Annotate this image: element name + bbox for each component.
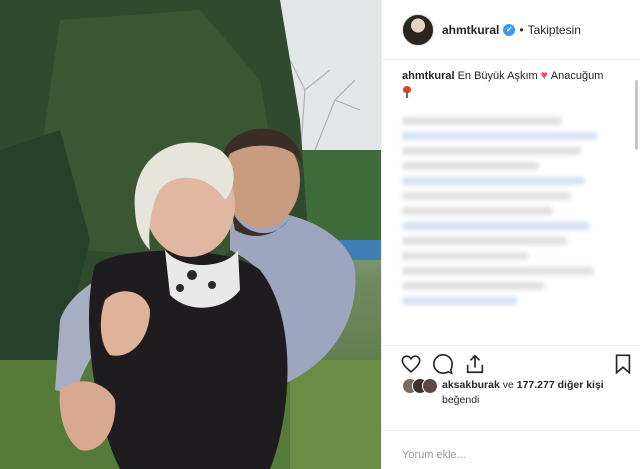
header-separator: • (519, 22, 524, 37)
liker-username[interactable]: aksakburak (442, 379, 500, 391)
add-comment-box (382, 430, 640, 469)
likes-text: aksakburak ve 177.277 diğer kişi beğendi (442, 378, 604, 408)
verified-badge-icon: ✓ (503, 23, 516, 36)
post-header: ahmtkural ✓ • Takiptesin (382, 0, 640, 60)
post-photo-illustration (0, 0, 381, 469)
post-photo[interactable] (0, 0, 381, 469)
comments-area[interactable]: ahmtkural En Büyük Aşkım ♥ Anacuğum (382, 60, 640, 345)
comments-scrollbar[interactable] (635, 80, 638, 150)
liker-avatars[interactable] (402, 378, 438, 394)
comment-input[interactable] (402, 449, 622, 461)
action-bar (382, 345, 640, 381)
avatar[interactable] (402, 13, 434, 46)
liker-avatar (422, 378, 438, 394)
heart-emoji-icon: ♥ (540, 68, 548, 82)
likes-count[interactable]: 177.277 diğer kişi (517, 379, 604, 391)
likes-suffix: beğendi (442, 394, 480, 406)
like-heart-icon[interactable] (400, 353, 422, 375)
rose-emoji-icon (402, 86, 412, 98)
likes-connector: ve (499, 379, 517, 391)
post-side-panel: ahmtkural ✓ • Takiptesin ahmtkural En Büy… (381, 0, 640, 469)
likes-summary: aksakburak ve 177.277 diğer kişi beğendi (402, 378, 632, 408)
follow-status-button[interactable]: Takiptesin (528, 23, 581, 37)
header-username[interactable]: ahmtkural (442, 23, 499, 37)
comment-bubble-icon[interactable] (432, 353, 454, 375)
caption-text-1: En Büyük Aşkım (457, 70, 538, 82)
share-icon[interactable] (464, 353, 486, 375)
caption-username[interactable]: ahmtkural (402, 70, 455, 82)
blurred-comments (402, 117, 631, 305)
caption: ahmtkural En Büyük Aşkım ♥ Anacuğum (402, 68, 631, 103)
save-bookmark-icon[interactable] (612, 353, 634, 375)
caption-text-2: Anacuğum (550, 70, 604, 82)
